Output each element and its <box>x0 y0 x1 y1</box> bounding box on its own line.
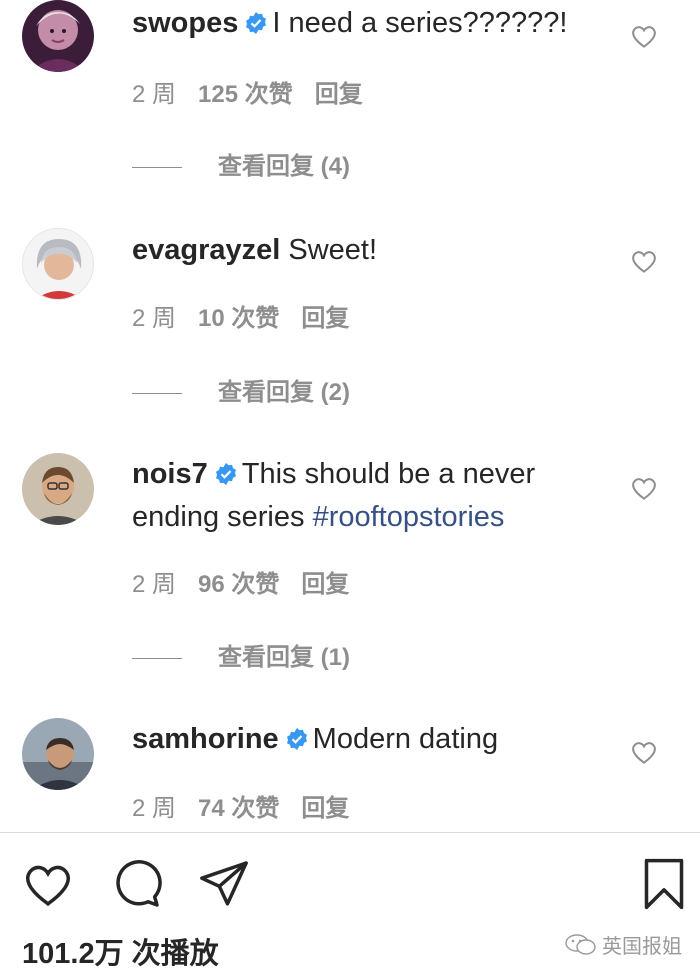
like-comment-heart-icon[interactable] <box>629 473 659 503</box>
avatar[interactable] <box>22 0 94 72</box>
avatar[interactable] <box>22 453 94 525</box>
view-replies-label: 查看回复 (2) <box>218 379 350 406</box>
like-comment-heart-icon[interactable] <box>629 21 659 51</box>
watermark-text: 英国报姐 <box>602 936 682 958</box>
comment-meta: 2 周 74 次赞 回复 <box>132 788 371 823</box>
comment-meta: 2 周 10 次赞 回复 <box>132 298 371 333</box>
comment-time[interactable]: 2 周 <box>132 795 176 822</box>
verified-badge-icon <box>285 722 309 762</box>
comment-username[interactable]: samhorine <box>132 723 279 755</box>
comment-username[interactable]: swopes <box>132 7 238 39</box>
comment-text: evagrayzel Sweet! <box>132 230 572 270</box>
comment-text: swopes I need a series??????! <box>132 3 572 46</box>
avatar[interactable] <box>22 228 94 300</box>
comment-text: nois7 This should be a never ending serie… <box>132 454 572 537</box>
view-replies-button[interactable]: 查看回复 (2) <box>132 372 350 407</box>
section-divider <box>0 832 700 833</box>
comment-likes[interactable]: 10 次赞 <box>198 305 279 332</box>
comment-meta: 2 周 96 次赞 回复 <box>132 564 371 599</box>
like-comment-heart-icon[interactable] <box>629 246 659 276</box>
reply-button[interactable]: 回复 <box>301 305 349 332</box>
reply-button[interactable]: 回复 <box>301 571 349 598</box>
reply-button[interactable]: 回复 <box>315 81 363 108</box>
comment-text: samhorine Modern dating <box>132 719 572 762</box>
comment-body: Sweet! <box>288 234 378 266</box>
comment-username[interactable]: evagrayzel <box>132 234 280 266</box>
reply-button[interactable]: 回复 <box>301 795 349 822</box>
avatar[interactable] <box>22 718 94 790</box>
view-replies-button[interactable]: 查看回复 (1) <box>132 637 350 672</box>
view-replies-button[interactable]: 查看回复 (4) <box>132 146 350 181</box>
comment-likes[interactable]: 125 次赞 <box>198 81 293 108</box>
watermark: 英国报姐 <box>564 930 682 959</box>
view-replies-label: 查看回复 (4) <box>218 153 350 180</box>
heart-icon[interactable] <box>20 856 76 912</box>
wechat-icon <box>565 934 596 955</box>
comment-time[interactable]: 2 周 <box>132 571 176 598</box>
comment-username[interactable]: nois7 <box>132 458 208 490</box>
comment-icon[interactable] <box>108 856 164 912</box>
divider-line <box>132 167 182 169</box>
comment-time[interactable]: 2 周 <box>132 305 176 332</box>
comment-likes[interactable]: 74 次赞 <box>198 795 279 822</box>
verified-badge-icon <box>214 457 238 497</box>
divider-line <box>132 658 182 660</box>
verified-badge-icon <box>244 6 268 46</box>
share-icon[interactable] <box>196 856 252 912</box>
view-replies-label: 查看回复 (1) <box>218 644 350 671</box>
like-comment-heart-icon[interactable] <box>629 737 659 767</box>
comment-body: Modern dating <box>312 723 499 755</box>
comment-time[interactable]: 2 周 <box>132 81 176 108</box>
bookmark-icon[interactable] <box>636 856 692 912</box>
hashtag-link[interactable]: #rooftopstories <box>313 501 505 533</box>
comment-likes[interactable]: 96 次赞 <box>198 571 279 598</box>
view-count[interactable]: 101.2万 次播放 <box>22 930 219 972</box>
divider-line <box>132 393 182 395</box>
comment-meta: 2 周 125 次赞 回复 <box>132 74 385 109</box>
comment-body: I need a series??????! <box>272 7 568 39</box>
